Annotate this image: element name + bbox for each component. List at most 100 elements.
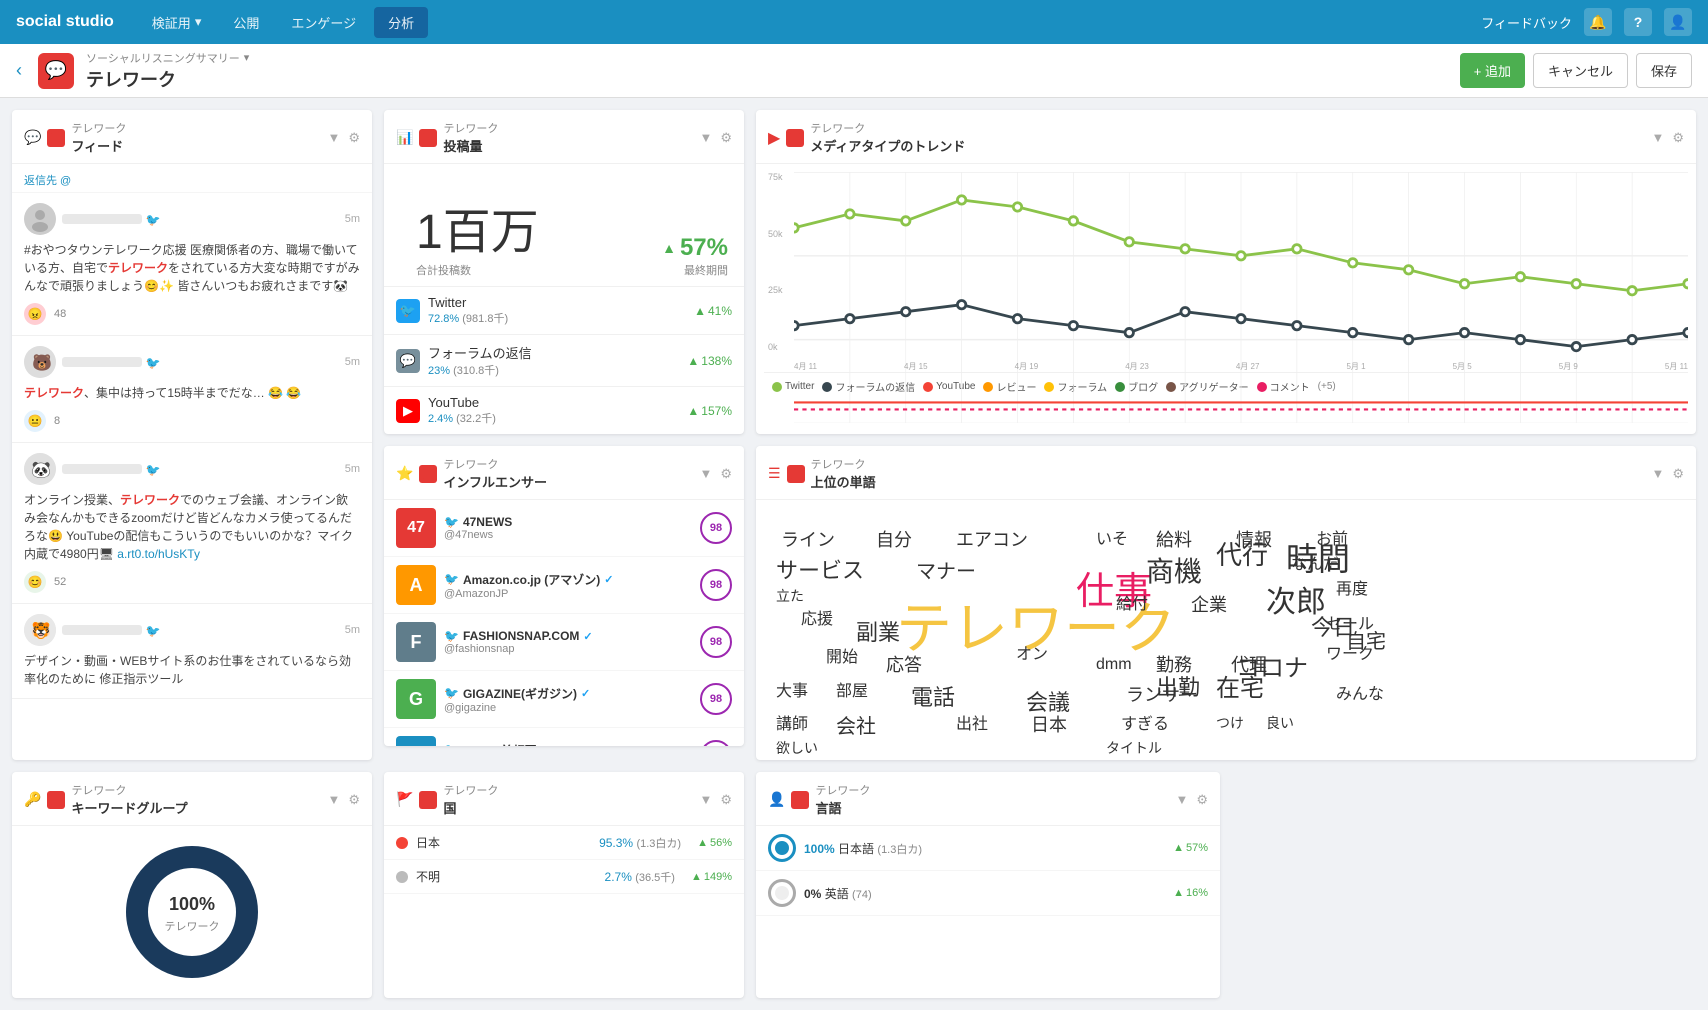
influencer-name: 🐦 GIGAZINE(ギガジン) ✓ bbox=[444, 685, 692, 702]
save-button[interactable]: 保存 bbox=[1636, 53, 1692, 88]
filter-icon[interactable]: ▼ bbox=[327, 792, 340, 807]
word-cloud-word[interactable]: 会社 bbox=[836, 715, 876, 739]
help-icon[interactable]: ? bbox=[1624, 8, 1652, 36]
trend-workspace-label: テレワーク bbox=[810, 120, 965, 136]
filter-icon[interactable]: ▼ bbox=[327, 130, 340, 145]
settings-icon[interactable]: ⚙ bbox=[720, 466, 732, 482]
word-cloud-word[interactable]: みんな bbox=[1336, 685, 1384, 704]
influencer-header-actions: ▼ ⚙ bbox=[699, 466, 732, 482]
cancel-button[interactable]: キャンセル bbox=[1533, 53, 1628, 88]
word-cloud-word[interactable]: お前 bbox=[1316, 530, 1348, 549]
word-cloud-word[interactable]: 企業 bbox=[1191, 595, 1227, 617]
filter-icon[interactable]: ▼ bbox=[1651, 466, 1664, 481]
word-cloud-word[interactable]: 講師 bbox=[776, 715, 808, 734]
nav-item-engage[interactable]: エンゲージ bbox=[277, 7, 370, 38]
settings-icon[interactable]: ⚙ bbox=[348, 792, 360, 808]
score-badge: 98 bbox=[700, 683, 732, 715]
word-cloud-word[interactable]: 欲しい bbox=[776, 740, 818, 757]
add-button[interactable]: + 追加 bbox=[1460, 53, 1525, 88]
word-cloud-word[interactable]: 再度 bbox=[1336, 580, 1368, 599]
settings-icon[interactable]: ⚙ bbox=[1196, 792, 1208, 808]
page-title: テレワーク bbox=[86, 66, 1448, 92]
word-cloud-word[interactable]: 出社 bbox=[956, 715, 988, 734]
back-button[interactable]: ‹ bbox=[16, 60, 22, 81]
word-cloud-word[interactable]: 自分 bbox=[876, 530, 912, 552]
word-cloud-word[interactable]: マナー bbox=[916, 560, 976, 584]
filter-icon[interactable]: ▼ bbox=[699, 792, 712, 807]
word-cloud-word[interactable]: タイトル bbox=[1106, 740, 1162, 757]
language-change: ▲ 16% bbox=[1173, 887, 1208, 899]
posts-card: 📊 テレワーク 投稿量 ▼ ⚙ 1百万 合計投稿数 ▲ 57% bbox=[384, 110, 744, 434]
word-cloud-word[interactable]: つけ bbox=[1216, 715, 1244, 732]
settings-icon[interactable]: ⚙ bbox=[1672, 466, 1684, 482]
language-name: 0% 英語 (74) bbox=[804, 885, 1157, 902]
word-cloud-word[interactable]: 応答 bbox=[886, 655, 922, 677]
word-cloud-word[interactable]: 勤務 bbox=[1156, 655, 1192, 677]
settings-icon[interactable]: ⚙ bbox=[348, 130, 360, 146]
svg-text:🐻: 🐻 bbox=[32, 353, 52, 372]
settings-icon[interactable]: ⚙ bbox=[720, 130, 732, 146]
settings-icon[interactable]: ⚙ bbox=[720, 792, 732, 808]
settings-icon[interactable]: ⚙ bbox=[1672, 130, 1684, 146]
word-cloud-word[interactable]: 応援 bbox=[801, 610, 833, 629]
word-cloud-word[interactable]: 開始 bbox=[826, 648, 858, 667]
word-cloud-word[interactable]: 在宅 bbox=[1216, 675, 1264, 704]
word-cloud-word[interactable]: ワーク bbox=[1326, 645, 1374, 664]
word-cloud-word[interactable]: 商機 bbox=[1146, 555, 1202, 589]
filter-icon[interactable]: ▼ bbox=[1651, 130, 1664, 145]
word-cloud-word[interactable]: 良い bbox=[1266, 715, 1294, 732]
verified-icon: ✓ bbox=[604, 573, 613, 586]
word-cloud-word[interactable]: ライン bbox=[781, 530, 835, 552]
word-cloud-word[interactable]: なんだ bbox=[1291, 555, 1339, 574]
word-cloud-word[interactable]: エアコン bbox=[956, 530, 1028, 552]
word-cloud-word[interactable]: 会議 bbox=[1026, 690, 1070, 716]
twitter-icon: 🐦 bbox=[146, 463, 161, 477]
filter-icon[interactable]: ▼ bbox=[1175, 792, 1188, 807]
source-info: Twitter 72.8% (981.8千) bbox=[428, 295, 508, 326]
word-cloud-word[interactable]: 情報 bbox=[1236, 530, 1272, 552]
notifications-icon[interactable]: 🔔 bbox=[1584, 8, 1612, 36]
filter-icon[interactable]: ▼ bbox=[699, 130, 712, 145]
feed-item-header: 🐦 5m bbox=[24, 203, 360, 235]
word-cloud-word[interactable]: 日本 bbox=[1031, 715, 1067, 737]
flag-icon: 🚩 bbox=[396, 791, 413, 808]
sentiment-neutral-icon: 😐 bbox=[24, 410, 46, 432]
nav-item-analyze[interactable]: 分析 bbox=[374, 7, 428, 38]
word-cloud-word[interactable]: セール bbox=[1326, 615, 1374, 634]
influencer-avatar: F bbox=[396, 622, 436, 662]
feed-time: 5m bbox=[345, 624, 360, 636]
word-cloud-word[interactable]: 副業 bbox=[856, 620, 900, 646]
posts-workspace-icon bbox=[419, 129, 437, 147]
feed-meta: 🐦 bbox=[62, 623, 339, 638]
score-badge: 98 bbox=[700, 512, 732, 544]
nav-item-verification[interactable]: 検証用 ▾ bbox=[138, 7, 216, 38]
filter-icon[interactable]: ▼ bbox=[699, 466, 712, 481]
word-cloud-word[interactable]: 給付 bbox=[1116, 595, 1148, 614]
youtube-source-icon: ▶ bbox=[396, 399, 420, 423]
keyword-workspace-label: テレワーク bbox=[71, 782, 187, 798]
word-cloud-word[interactable]: 部屋 bbox=[836, 682, 868, 701]
sentiment-negative-icon: 😠 bbox=[24, 303, 46, 325]
word-cloud-word[interactable]: サービス bbox=[776, 558, 864, 584]
word-cloud-word[interactable]: 大事 bbox=[776, 682, 808, 701]
word-cloud-word[interactable]: 代理 bbox=[1231, 655, 1267, 677]
word-cloud-word[interactable]: 立た bbox=[776, 588, 804, 605]
word-cloud-word[interactable]: dmm bbox=[1096, 655, 1132, 674]
user-avatar[interactable]: 👤 bbox=[1664, 8, 1692, 36]
feedback-link[interactable]: フィードバック bbox=[1481, 13, 1572, 32]
word-cloud-word[interactable]: すぎる bbox=[1121, 715, 1169, 734]
country-value: 95.3% (1.3白カ) bbox=[599, 835, 681, 851]
influencer-name: 🐦 FASHIONSNAP.COM ✓ bbox=[444, 629, 692, 643]
word-cloud-word[interactable]: 電話 bbox=[911, 685, 955, 711]
influencer-handle: @AmazonJP bbox=[444, 588, 692, 600]
word-cloud-word[interactable]: ランサー bbox=[1126, 685, 1198, 707]
word-cloud-word[interactable]: 給料 bbox=[1156, 530, 1192, 552]
nav-item-publish[interactable]: 公開 bbox=[219, 7, 273, 38]
word-cloud-word[interactable]: オン bbox=[1016, 645, 1048, 664]
feed-icon: 💬 bbox=[24, 129, 41, 146]
influencer-handle: @fashionsnap bbox=[444, 643, 692, 655]
language-card: 👤 テレワーク 言語 ▼ ⚙ 100% 日本語 (1.3白カ) bbox=[756, 772, 1220, 998]
word-cloud-word[interactable]: いそ bbox=[1096, 530, 1128, 549]
feed-item: 🐦 5m #おやつタウンテレワーク応援 医療関係者の方、職場で働いている方、自宅… bbox=[12, 193, 372, 336]
wordcloud-header-actions: ▼ ⚙ bbox=[1651, 466, 1684, 482]
